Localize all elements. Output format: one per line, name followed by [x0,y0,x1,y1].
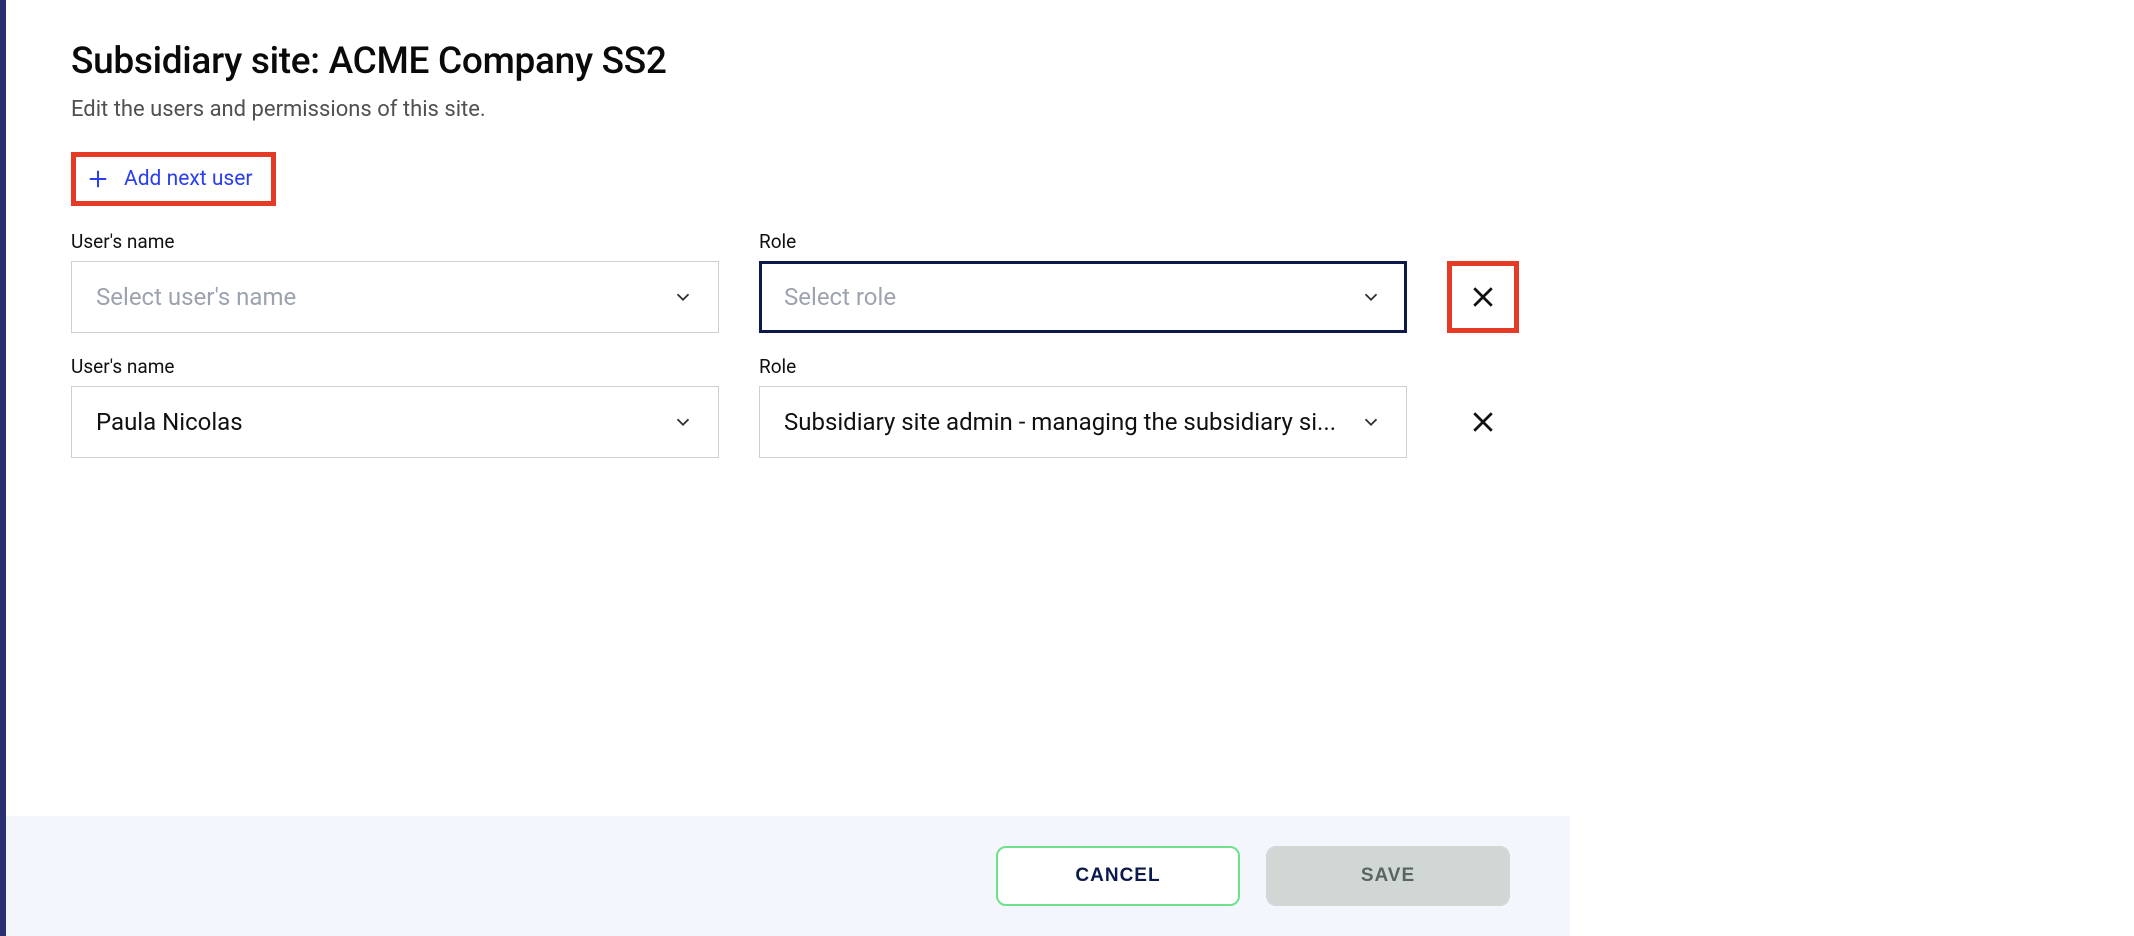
chevron-down-icon [1360,411,1382,433]
user-rows: User's name Select user's name Role Sele… [71,230,1505,458]
role-select-value: Subsidiary site admin - managing the sub… [784,408,1344,436]
remove-row-button[interactable] [1455,394,1511,450]
plus-icon [86,167,110,191]
role-select[interactable]: Select role [759,261,1407,333]
user-row: User's name Paula Nicolas Role Subsidiar… [71,355,1505,458]
close-icon [1468,407,1498,437]
page-subtitle: Edit the users and permissions of this s… [71,97,1505,122]
chevron-down-icon [1360,286,1382,308]
dialog-footer: CANCEL SAVE [6,816,1570,936]
role-label: Role [759,355,1407,378]
remove-row-button[interactable] [1447,261,1519,333]
user-name-select-value: Select user's name [96,283,656,311]
user-name-field: User's name Paula Nicolas [71,355,719,458]
user-name-label: User's name [71,230,719,253]
chevron-down-icon [672,411,694,433]
remove-col [1447,261,1519,333]
add-next-user-button[interactable]: Add next user [71,152,276,206]
role-field: Role Select role [759,230,1407,333]
role-label: Role [759,230,1407,253]
user-row: User's name Select user's name Role Sele… [71,230,1505,333]
close-icon [1468,282,1498,312]
dialog-content: Subsidiary site: ACME Company SS2 Edit t… [6,0,1570,816]
user-name-label: User's name [71,355,719,378]
chevron-down-icon [672,286,694,308]
user-name-select[interactable]: Select user's name [71,261,719,333]
add-next-user-label: Add next user [124,167,253,191]
user-name-select[interactable]: Paula Nicolas [71,386,719,458]
role-field: Role Subsidiary site admin - managing th… [759,355,1407,458]
page-title: Subsidiary site: ACME Company SS2 [71,40,1505,83]
remove-col [1447,386,1519,458]
user-name-field: User's name Select user's name [71,230,719,333]
user-name-select-value: Paula Nicolas [96,408,656,436]
cancel-button[interactable]: CANCEL [996,846,1240,906]
role-select[interactable]: Subsidiary site admin - managing the sub… [759,386,1407,458]
save-button[interactable]: SAVE [1266,846,1510,906]
role-select-value: Select role [784,283,1344,311]
